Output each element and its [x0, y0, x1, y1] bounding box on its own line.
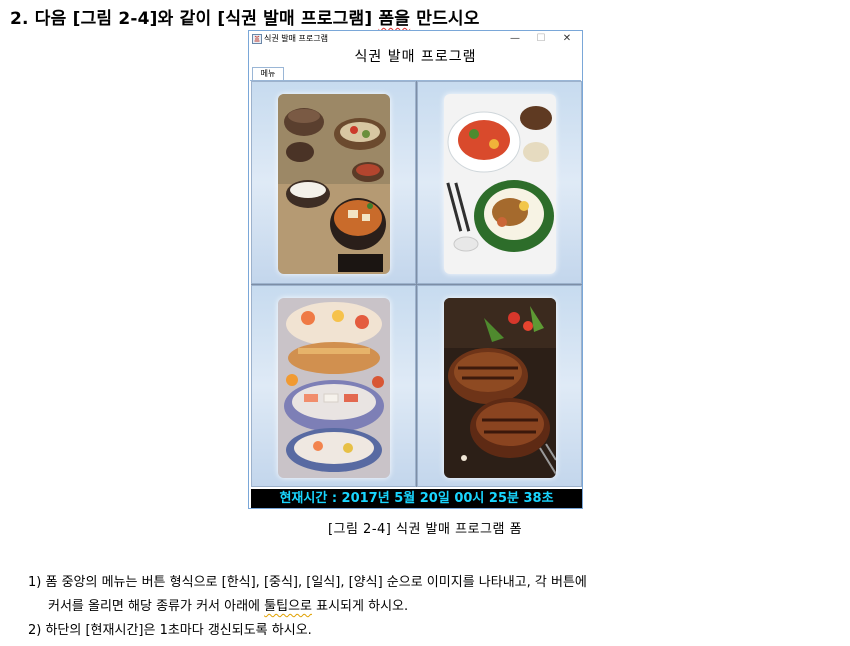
tab-strip: 메뉴 — [250, 67, 581, 81]
window-title: 식권 발매 프로그램 — [264, 34, 328, 43]
western-food-photo — [444, 297, 556, 478]
java-app-icon — [252, 34, 262, 44]
requirement-1: 1) 폼 중앙의 메뉴는 버튼 형식으로 [한식], [중식], [일식], [… — [28, 575, 587, 590]
heading-text: 2. 다음 [그림 2-4]와 같이 [식권 발매 프로그램] — [10, 9, 379, 29]
close-button[interactable]: ✕ — [556, 32, 578, 46]
menu-button-japanese[interactable] — [251, 284, 416, 487]
menu-button-western[interactable] — [417, 284, 582, 487]
korean-food-photo — [278, 94, 390, 274]
tooltip-word: 툴팁으로 — [264, 599, 312, 614]
menu-grid — [251, 81, 582, 487]
minimize-button[interactable]: — — [504, 32, 526, 46]
window-titlebar[interactable]: 식권 발매 프로그램 — ☐ ✕ — [249, 31, 582, 47]
maximize-button[interactable]: ☐ — [530, 32, 552, 46]
figure-caption: [그림 2-4] 식권 발매 프로그램 폼 — [327, 522, 523, 537]
menu-button-chinese[interactable] — [417, 81, 582, 284]
tab-menu[interactable]: 메뉴 — [252, 67, 284, 80]
current-time-status: 현재시간 : 2017년 5월 20일 00시 25분 38초 — [251, 489, 582, 508]
requirement-1-text: 커서를 올리면 해당 종류가 커서 아래에 — [48, 599, 265, 614]
app-header-title: 식권 발매 프로그램 — [354, 49, 477, 65]
heading-underlined-word: 폼을 — [378, 9, 411, 29]
app-window: 식권 발매 프로그램 — ☐ ✕ 식권 발매 프로그램 메뉴 현재시간: 20… — [248, 30, 583, 509]
requirement-1-continued: 커서를 올리면 해당 종류가 커서 아래에 툴팁으로 표시되게 하시오. — [28, 595, 843, 619]
menu-button-korean[interactable] — [251, 81, 416, 284]
requirements-list: 1) 폼 중앙의 메뉴는 버튼 형식으로 [한식], [중식], [일식], [… — [28, 571, 843, 643]
heading-suffix: 만드시오 — [410, 9, 480, 29]
exercise-heading: 2. 다음 [그림 2-4]와 같이 [식권 발매 프로그램] 폼을 만드시오 — [10, 4, 480, 29]
requirement-2: 2) 하단의 [현재시간]은 1초마다 갱신되도록 하시오. — [28, 623, 312, 638]
requirement-1-tail: 표시되게 하시오. — [312, 599, 409, 614]
japanese-food-photo — [278, 297, 390, 478]
chinese-food-photo — [444, 94, 556, 274]
